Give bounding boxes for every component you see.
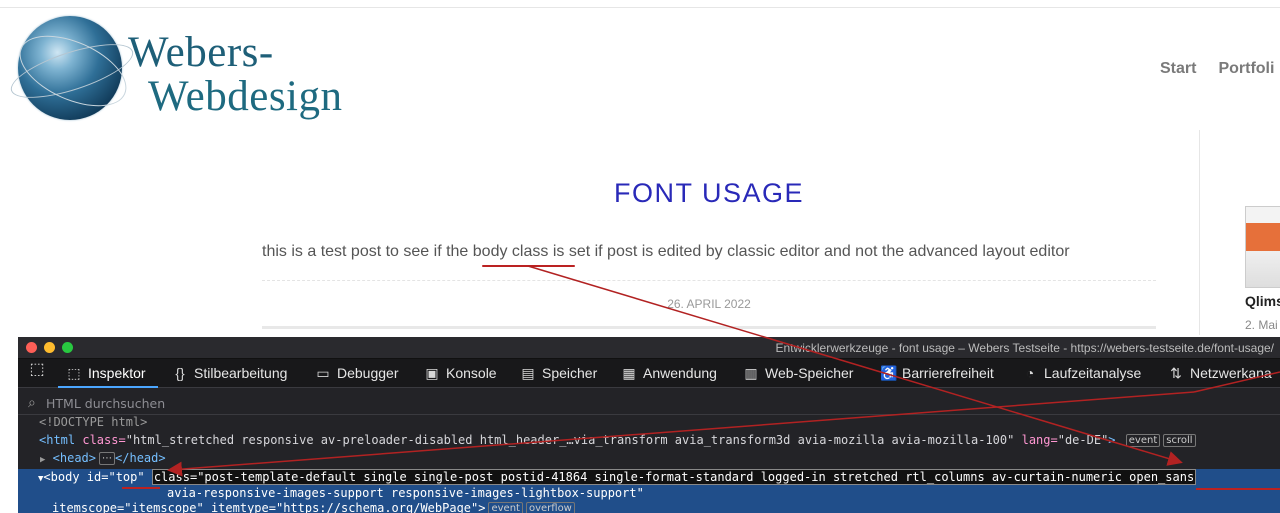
- site-logo[interactable]: Webers- Webdesign: [5, 14, 368, 124]
- accessibility-icon: ♿: [880, 365, 898, 381]
- nav-item-start[interactable]: Start: [1160, 60, 1196, 77]
- element-picker-icon[interactable]: ⬚: [26, 359, 48, 381]
- sidebar-post-thumbnail[interactable]: [1245, 206, 1280, 288]
- scroll-badge[interactable]: scroll: [1163, 434, 1196, 447]
- inspector-icon: ⬚: [67, 365, 81, 381]
- zoom-window-button[interactable]: [62, 342, 73, 353]
- storage-icon: ▥: [744, 365, 758, 381]
- body-line-3: itemscope="itemscope" itemtype="https://…: [18, 501, 1280, 513]
- devtools-panel: Entwicklerwerkzeuge - font usage – Weber…: [18, 337, 1280, 513]
- event-badge[interactable]: event: [1125, 434, 1161, 447]
- console-icon: ▣: [425, 365, 439, 381]
- tree-body-node-selected[interactable]: ▼<body id="top" class="post-template-def…: [18, 469, 1280, 513]
- expand-triangle-icon[interactable]: ▶: [40, 455, 45, 465]
- body-line-1: ▼<body id="top" class="post-template-def…: [38, 469, 1197, 485]
- divider: [262, 280, 1156, 281]
- tree-html-node[interactable]: <html class="html_stretched responsive a…: [18, 433, 1280, 448]
- logo-text-line2: Webdesign: [148, 73, 343, 120]
- gauge-icon: ◔: [1025, 365, 1035, 381]
- sidebar-post-date: 2. Mai: [1245, 318, 1278, 332]
- close-window-button[interactable]: [26, 342, 37, 353]
- browser-top-edge: [0, 0, 1280, 8]
- tree-doctype[interactable]: <!DOCTYPE html>: [18, 415, 1280, 430]
- devtools-tabbar: ⬚ ⬚ Inspektor {} Stilbearbeitung ▭ Debugger…: [18, 359, 1280, 388]
- tab-inspektor[interactable]: ⬚ Inspektor: [66, 359, 145, 387]
- collapsed-content-badge[interactable]: ⋯: [99, 452, 116, 465]
- post-title: FONT USAGE: [613, 178, 805, 208]
- html-search-bar: ⌕: [18, 392, 1280, 415]
- sidebar-divider: [1199, 130, 1200, 335]
- search-icon: ⌕: [28, 394, 36, 410]
- tab-web-speicher[interactable]: ▥ Web-Speicher: [743, 359, 853, 387]
- tab-barrierefreiheit[interactable]: ♿ Barrierefreiheit: [880, 359, 994, 387]
- overflow-badge[interactable]: overflow: [525, 502, 575, 513]
- post-body: this is a test post to see if the body c…: [262, 243, 1070, 260]
- event-badge[interactable]: event: [488, 502, 523, 513]
- braces-icon: {}: [175, 365, 185, 381]
- sidebar-post-title[interactable]: Qlims: [1245, 293, 1280, 309]
- devtools-window-title: Entwicklerwerkzeuge - font usage – Weber…: [775, 341, 1274, 355]
- tab-netzwerkanalyse[interactable]: ⇅ Netzwerkana: [1168, 359, 1272, 387]
- minimize-window-button[interactable]: [44, 342, 55, 353]
- tab-konsole[interactable]: ▣ Konsole: [424, 359, 496, 387]
- tab-laufzeitanalyse[interactable]: ◔ Laufzeitanalyse: [1022, 359, 1142, 387]
- post-date: 26. APRIL 2022: [667, 297, 751, 311]
- tab-speicher[interactable]: ▤ Speicher: [520, 359, 597, 387]
- logo-text-line1: Webers-: [128, 29, 274, 76]
- active-tab-indicator: [58, 386, 158, 388]
- tree-head-node[interactable]: ▶ <head> ⋯ </head>: [18, 451, 1280, 468]
- main-nav: Start Portfoli: [1160, 60, 1280, 78]
- nav-item-portfolio[interactable]: Portfoli: [1218, 60, 1274, 77]
- body-class-highlight: class="post-template-default single sing…: [151, 469, 1197, 485]
- grid-icon: ▦: [622, 365, 636, 381]
- body-line-2: avia-responsive-images-support responsiv…: [167, 486, 644, 500]
- tab-stilbearbeitung[interactable]: {} Stilbearbeitung: [172, 359, 287, 387]
- network-icon: ⇅: [1170, 365, 1182, 381]
- divider: [262, 326, 1156, 329]
- tab-debugger[interactable]: ▭ Debugger: [315, 359, 398, 387]
- devtools-titlebar[interactable]: Entwicklerwerkzeuge - font usage – Weber…: [18, 337, 1280, 359]
- annotation-underline: [1196, 488, 1280, 490]
- memory-icon: ▤: [521, 365, 535, 381]
- html-search-input[interactable]: [46, 395, 646, 411]
- debugger-icon: ▭: [316, 365, 330, 381]
- tab-anwendung[interactable]: ▦ Anwendung: [621, 359, 717, 387]
- annotation-underline: [482, 265, 575, 267]
- annotation-underline: [122, 487, 160, 489]
